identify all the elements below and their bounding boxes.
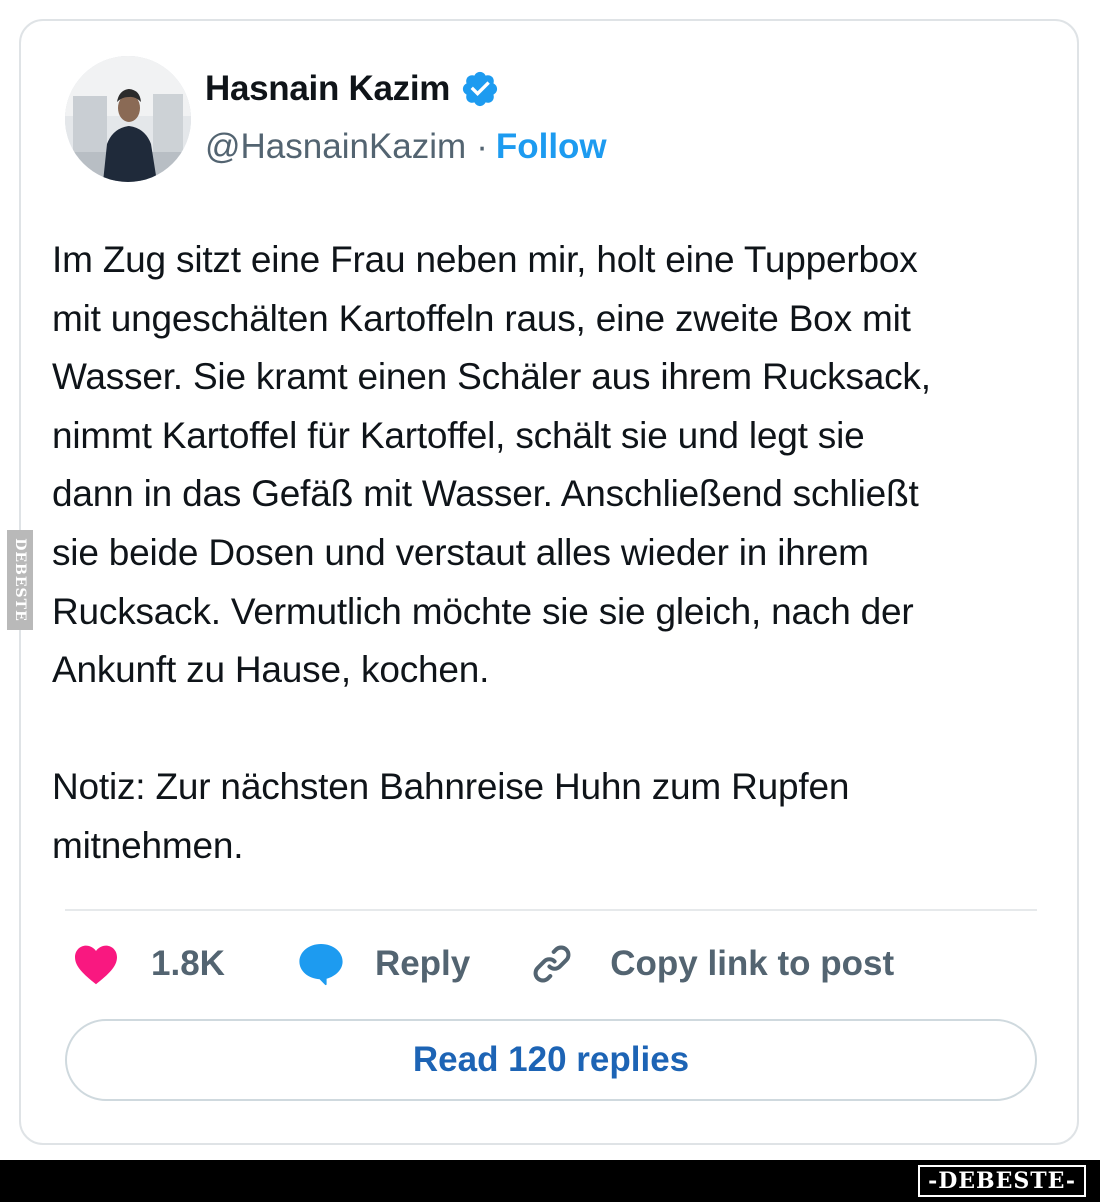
action-bar: 1.8K Reply Copy link to post [73,939,894,989]
read-replies-button[interactable]: Read 120 replies [65,1019,1037,1101]
reply-button[interactable]: Reply [297,942,470,986]
like-count: 1.8K [151,944,225,983]
display-name[interactable]: Hasnain Kazim [205,69,450,109]
reply-label: Reply [374,944,471,983]
like-button[interactable]: 1.8K [73,943,225,985]
footer-logo: -DEBESTE- [918,1165,1086,1197]
divider [65,909,1037,911]
avatar-photo-icon [65,56,191,182]
heart-icon [75,945,117,985]
side-watermark-text: DEBESTE [12,538,29,622]
follow-button[interactable]: Follow [496,127,607,167]
handle-row: @HasnainKazim · Follow [205,124,607,170]
separator-dot: · [476,127,488,166]
display-name-row: Hasnain Kazim [205,66,500,112]
verified-badge-icon [462,71,498,107]
reply-bubble-icon [299,944,343,986]
copy-link-button[interactable]: Copy link to post [530,942,894,986]
copy-link-label: Copy link to post [610,944,895,983]
footer-bar: -DEBESTE- [0,1160,1100,1202]
tweet-text: Im Zug sitzt eine Frau neben mir, holt e… [52,239,931,866]
avatar[interactable] [65,56,191,182]
user-handle[interactable]: @HasnainKazim [205,127,466,167]
link-icon [533,945,571,983]
tweet-card: Hasnain Kazim @HasnainKazim · Follow Im … [19,19,1079,1145]
side-watermark: DEBESTE [7,530,33,630]
